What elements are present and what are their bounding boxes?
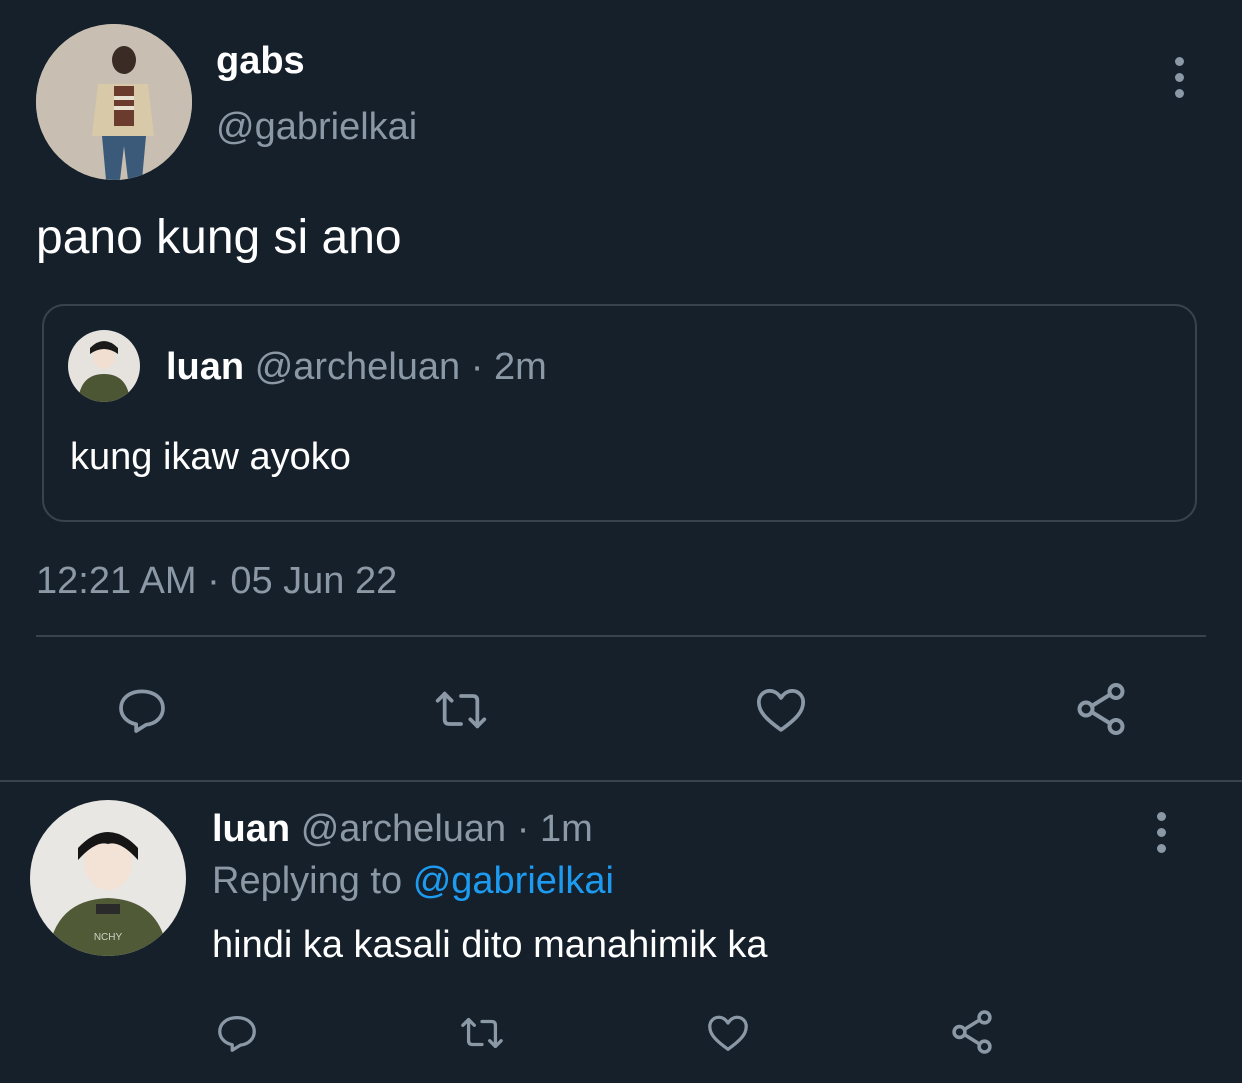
- reply-author-avatar-image: NCHY: [30, 800, 186, 956]
- replying-to-line: Replying to @gabrielkai: [212, 860, 614, 903]
- quoted-tweet[interactable]: [42, 304, 1197, 522]
- actions-divider-top: [36, 635, 1206, 637]
- reply-icon: [119, 689, 165, 733]
- tweet-timestamp[interactable]: 12:21 AM · 05 Jun 22: [36, 560, 397, 603]
- author-name[interactable]: gabs: [216, 40, 305, 83]
- reply-separator: ·: [516, 808, 530, 850]
- share-button[interactable]: [1070, 678, 1132, 740]
- author-handle[interactable]: @gabrielkai: [216, 106, 417, 149]
- like-icon: [708, 1015, 748, 1051]
- like-button[interactable]: [750, 680, 812, 740]
- author-avatar-image: [36, 24, 192, 180]
- thread-divider: [0, 780, 1242, 782]
- retweet-icon: [461, 1017, 503, 1049]
- share-icon: [952, 1010, 992, 1054]
- reply-time: 1m: [539, 808, 593, 850]
- reply-author-handle[interactable]: @archeluan: [301, 808, 506, 850]
- like-icon: [756, 689, 806, 732]
- quoted-text: kung ikaw ayoko: [70, 436, 351, 478]
- share-icon: [1077, 683, 1125, 735]
- replying-to-label: Replying to: [212, 860, 403, 902]
- tweet-text: pano kung si ano: [36, 211, 402, 264]
- reply-text: hindi ka kasali dito manahimik ka: [212, 924, 768, 966]
- reply-header: luan @archeluan · 1m: [212, 808, 593, 851]
- reply-author-name[interactable]: luan: [212, 808, 290, 850]
- quoted-time: 2m: [493, 346, 547, 388]
- quoted-separator: ·: [470, 346, 484, 388]
- quoted-header: luan @archeluan · 2m: [166, 346, 547, 389]
- quoted-author-avatar-image: [68, 330, 140, 402]
- quoted-author-handle[interactable]: @archeluan: [255, 346, 460, 388]
- quoted-author-name[interactable]: luan: [166, 346, 244, 388]
- quoted-author-avatar: [68, 330, 140, 402]
- reply-button[interactable]: [112, 680, 172, 740]
- svg-text:NCHY: NCHY: [94, 932, 123, 943]
- author-avatar[interactable]: [36, 24, 192, 180]
- reply-more-options-icon[interactable]: [1154, 812, 1168, 853]
- more-options-icon[interactable]: [1172, 57, 1186, 98]
- reply-icon: [218, 1016, 256, 1052]
- reply-like-button[interactable]: [702, 1008, 754, 1058]
- reply-share-button[interactable]: [946, 1006, 998, 1058]
- retweet-icon: [435, 691, 487, 729]
- replying-to-handle[interactable]: @gabrielkai: [413, 860, 614, 902]
- reply-author-avatar[interactable]: NCHY: [30, 800, 186, 956]
- reply-reply-button[interactable]: [212, 1008, 262, 1058]
- reply-retweet-button[interactable]: [456, 1008, 508, 1058]
- retweet-button[interactable]: [430, 680, 492, 740]
